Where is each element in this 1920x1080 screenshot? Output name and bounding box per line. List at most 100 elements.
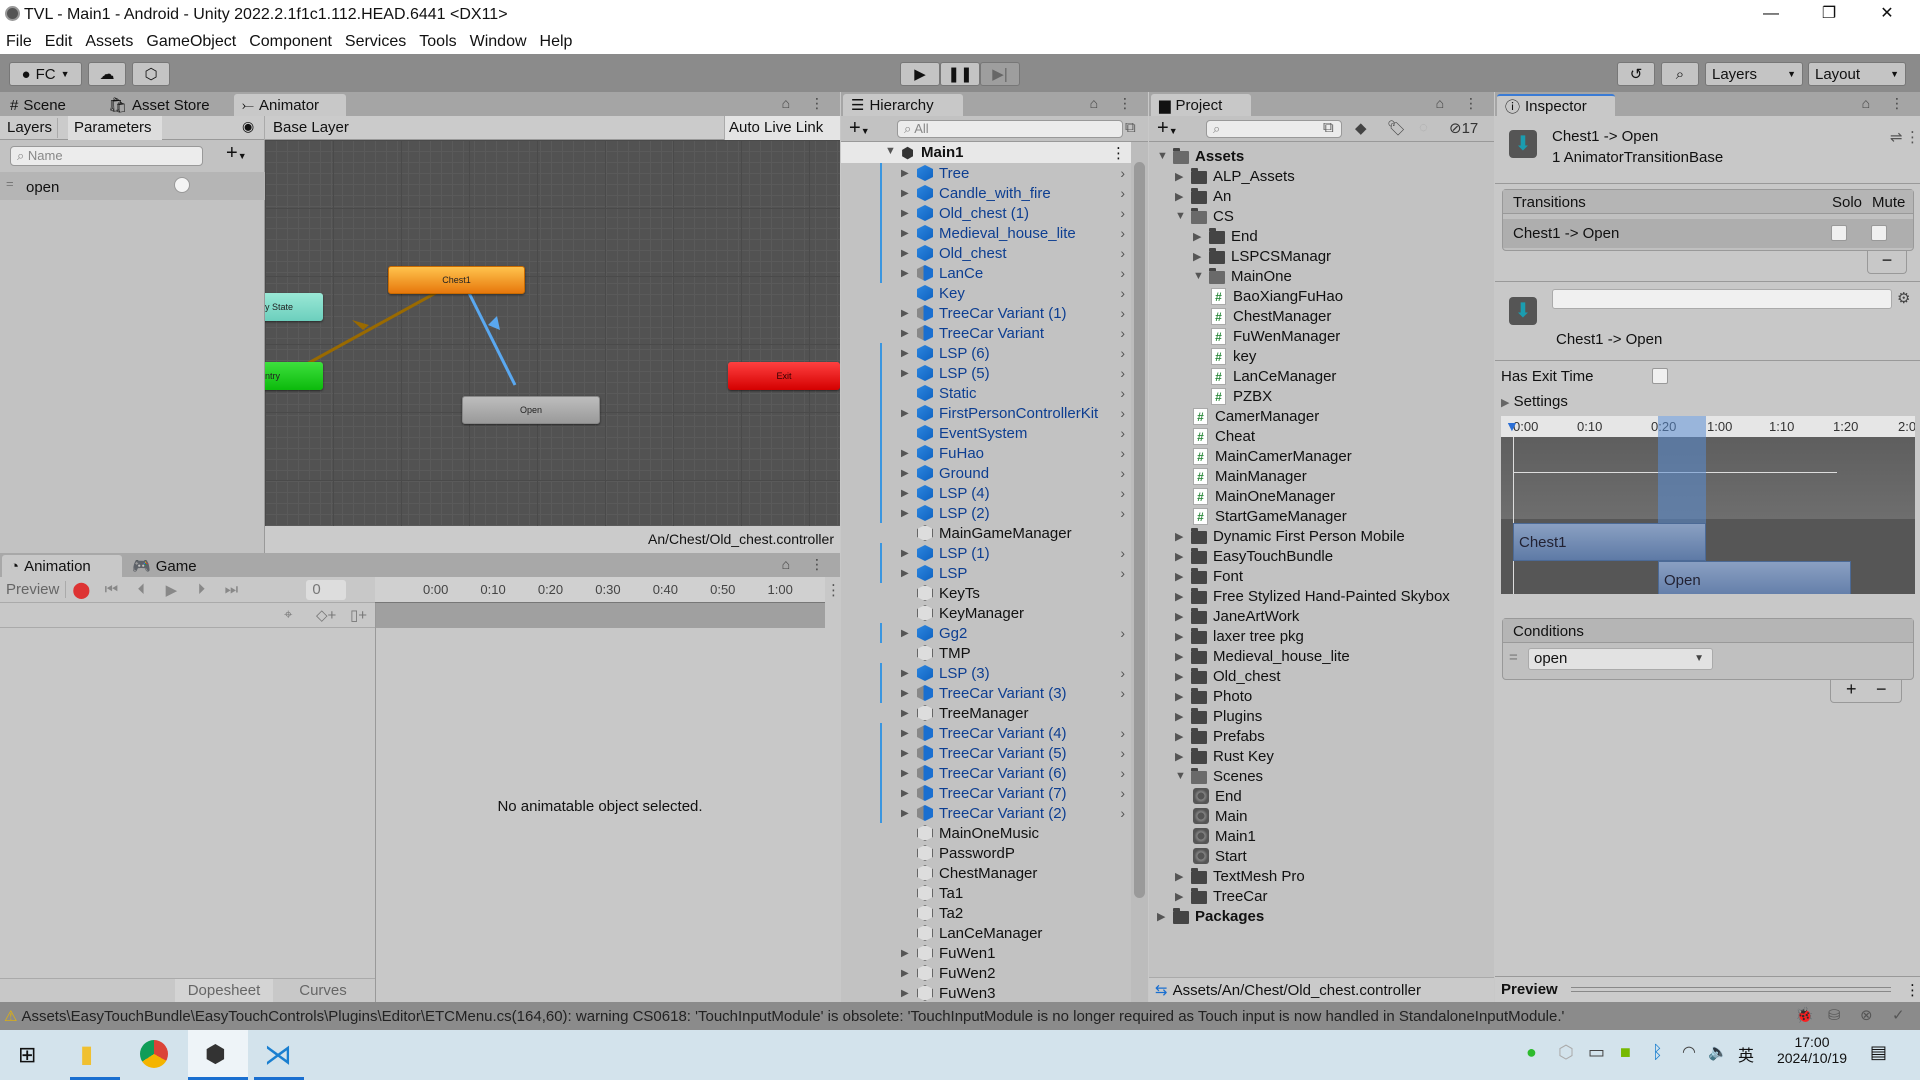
transition-row[interactable]: Chest1 -> Open	[1503, 219, 1913, 248]
wechat-icon[interactable]: ●	[1526, 1042, 1537, 1063]
scene-menu-icon[interactable]: ⋮	[1111, 144, 1126, 162]
project-item[interactable]: # MainCamerManager	[1149, 446, 1494, 466]
mute-checkbox[interactable]	[1871, 225, 1887, 241]
menu-tools[interactable]: Tools	[419, 33, 456, 51]
add-condition-button[interactable]: +	[1846, 679, 1857, 699]
pause-button[interactable]: ❚❚	[940, 62, 980, 86]
project-item[interactable]: End	[1149, 786, 1494, 806]
expand-arrow-icon[interactable]: ▶	[901, 768, 909, 779]
drag-handle-icon[interactable]: =	[1509, 649, 1518, 666]
hierarchy-item[interactable]: ▶ LSP (4) ›	[841, 483, 1131, 503]
expand-arrow-icon[interactable]: ▶	[1175, 690, 1183, 703]
open-prefab-icon[interactable]: ›	[1120, 365, 1125, 381]
clock[interactable]: 17:00 2024/10/19	[1762, 1034, 1862, 1066]
state-entry[interactable]: ntry	[265, 362, 323, 390]
volume-icon[interactable]: 🔈	[1708, 1042, 1728, 1062]
prev-frame-button[interactable]: ⏴	[126, 581, 156, 598]
hierarchy-item[interactable]: ▶ Old_chest (1) ›	[841, 203, 1131, 223]
hierarchy-item[interactable]: ▶ TreeCar Variant (1) ›	[841, 303, 1131, 323]
project-item[interactable]: Main	[1149, 806, 1494, 826]
collab-button[interactable]: ⬡	[132, 62, 170, 86]
scrollbar-thumb[interactable]	[1134, 162, 1145, 898]
project-item[interactable]: ▶ Medieval_house_lite	[1149, 646, 1494, 666]
animation-timeline-ruler[interactable]: 0:00 0:10 0:20 0:30 0:40 0:50 1:00	[375, 577, 825, 603]
expand-arrow-icon[interactable]: ▶	[901, 228, 909, 239]
hierarchy-item[interactable]: EventSystem ›	[841, 423, 1131, 443]
hierarchy-item[interactable]: ▶ TreeCar Variant (3) ›	[841, 683, 1131, 703]
cache-icon[interactable]: ⛁	[1828, 1006, 1841, 1024]
hierarchy-item[interactable]: ChestManager	[841, 863, 1131, 883]
hierarchy-item[interactable]: ▶ FuWen3	[841, 983, 1131, 1002]
step-button[interactable]: ▶|	[980, 62, 1020, 86]
presets-icon[interactable]: ⇌	[1890, 128, 1903, 146]
project-item[interactable]: # MainOneManager	[1149, 486, 1494, 506]
hierarchy-search-input[interactable]: ⌕ All	[897, 120, 1123, 138]
status-bar[interactable]: ⚠ Assets\EasyTouchBundle\EasyTouchContro…	[0, 1002, 1920, 1030]
network-icon[interactable]: ⊗	[1860, 1006, 1873, 1024]
tab-dopesheet[interactable]: Dopesheet	[175, 979, 273, 1003]
project-item[interactable]: ▶ laxer tree pkg	[1149, 626, 1494, 646]
lock-icon[interactable]: ⌂ ⋮	[782, 556, 832, 573]
open-prefab-icon[interactable]: ›	[1120, 285, 1125, 301]
console-message[interactable]: Assets\EasyTouchBundle\EasyTouchControls…	[21, 1008, 1801, 1025]
project-item[interactable]: # LanCeManager	[1149, 366, 1494, 386]
project-item[interactable]: ▶ Photo	[1149, 686, 1494, 706]
tab-animation[interactable]: ◔ Animation	[2, 555, 122, 577]
breadcrumb-base-layer[interactable]: Base Layer	[264, 116, 364, 140]
project-search-input[interactable]: ⌕	[1206, 120, 1342, 138]
open-prefab-icon[interactable]: ›	[1120, 745, 1125, 761]
project-item[interactable]: ▶ TreeCar	[1149, 886, 1494, 906]
display-icon[interactable]: ▭	[1588, 1042, 1605, 1063]
open-prefab-icon[interactable]: ›	[1120, 625, 1125, 641]
project-item[interactable]: ▶ JaneArtWork	[1149, 606, 1494, 626]
animation-menu-icon[interactable]: ⋮	[826, 581, 841, 599]
project-item[interactable]: # key	[1149, 346, 1494, 366]
hierarchy-item[interactable]: ▶ LSP (1) ›	[841, 543, 1131, 563]
expand-arrow-icon[interactable]: ▶	[1175, 730, 1183, 743]
expand-arrow-icon[interactable]: ▶	[901, 488, 909, 499]
eye-icon[interactable]: ◉	[242, 118, 254, 135]
expand-arrow-icon[interactable]: ▶	[901, 188, 909, 199]
open-prefab-icon[interactable]: ›	[1120, 765, 1125, 781]
expand-arrow-icon[interactable]: ▶	[901, 568, 909, 579]
expand-arrow-icon[interactable]: ▶	[901, 348, 909, 359]
project-item[interactable]: ▶ TextMesh Pro	[1149, 866, 1494, 886]
state-graph[interactable]: Chest1 y State ntry Exit Open	[265, 140, 840, 526]
project-item[interactable]: ▼ CS	[1149, 206, 1494, 226]
tab-layers[interactable]: Layers	[2, 118, 59, 138]
hierarchy-item[interactable]: ▶ FuHao ›	[841, 443, 1131, 463]
project-item[interactable]: ▶ Plugins	[1149, 706, 1494, 726]
hierarchy-item[interactable]: ▶ FirstPersonControllerKit ›	[841, 403, 1131, 423]
hierarchy-item[interactable]: ▶ TreeCar Variant (2) ›	[841, 803, 1131, 823]
open-prefab-icon[interactable]: ›	[1120, 725, 1125, 741]
expand-arrow-icon[interactable]: ▶	[901, 968, 909, 979]
open-prefab-icon[interactable]: ›	[1120, 425, 1125, 441]
hierarchy-item[interactable]: ▶ TreeCar Variant ›	[841, 323, 1131, 343]
expand-arrow-icon[interactable]: ▶	[1193, 250, 1201, 263]
expand-arrow-icon[interactable]: ▶	[901, 988, 909, 999]
expand-arrow-icon[interactable]: ▶	[901, 508, 909, 519]
project-item[interactable]: ▼ Assets	[1149, 146, 1494, 166]
expand-arrow-icon[interactable]: ▶	[1193, 230, 1201, 243]
open-prefab-icon[interactable]: ›	[1120, 265, 1125, 281]
menu-services[interactable]: Services	[345, 33, 406, 51]
collapse-arrow-icon[interactable]: ▼	[885, 145, 896, 157]
project-item[interactable]: # BaoXiangFuHao	[1149, 286, 1494, 306]
expand-arrow-icon[interactable]: ▶	[1175, 570, 1183, 583]
project-item[interactable]: ▼ MainOne	[1149, 266, 1494, 286]
open-prefab-icon[interactable]: ›	[1120, 485, 1125, 501]
expand-arrow-icon[interactable]: ▶	[1175, 710, 1183, 723]
expand-arrow-icon[interactable]: ▶	[901, 208, 909, 219]
settings-foldout[interactable]: ▶ Settings	[1501, 393, 1568, 410]
expand-arrow-icon[interactable]: ▶	[1175, 550, 1183, 563]
project-item[interactable]: # CamerManager	[1149, 406, 1494, 426]
notification-icon[interactable]: ▤	[1870, 1042, 1887, 1063]
state-chest1[interactable]: Chest1	[388, 266, 525, 294]
tab-hierarchy[interactable]: ☰ Hierarchy	[843, 94, 963, 116]
hierarchy-item[interactable]: ▶ LSP (2) ›	[841, 503, 1131, 523]
tab-curves[interactable]: Curves	[273, 979, 373, 1003]
hierarchy-item[interactable]: ▶ TreeCar Variant (4) ›	[841, 723, 1131, 743]
parameter-bool-toggle[interactable]	[174, 177, 190, 193]
hierarchy-item[interactable]: MainGameManager	[841, 523, 1131, 543]
expand-arrow-icon[interactable]: ▶	[1175, 610, 1183, 623]
